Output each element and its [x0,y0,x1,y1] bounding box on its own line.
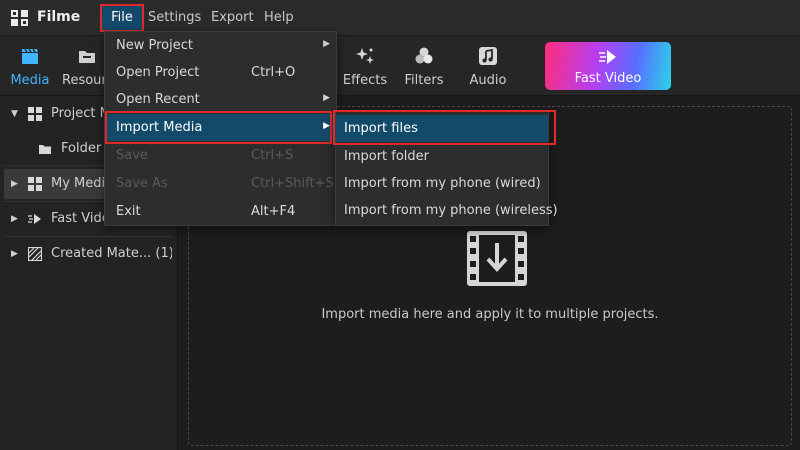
menu-item-shortcut: Alt+F4 [251,204,296,219]
folder-icon [79,51,95,63]
submenu-arrow-icon: ▶ [323,121,330,131]
menu-item-save-as: Save As Ctrl+Shift+S [105,170,336,197]
menu-item-label: Open Recent [116,92,200,107]
expand-down-icon[interactable]: ▼ [11,109,18,119]
menu-item-label: Import from my phone (wireless) [344,203,558,218]
fast-forward-icon [28,214,41,224]
material-icon [28,247,42,261]
clapperboard-icon [22,48,38,64]
submenu-arrow-icon: ▶ [323,93,330,103]
tree-item-created-materials[interactable]: ▶ Created Mate... (1) [4,239,172,269]
submenu-arrow-icon: ▶ [323,39,330,49]
sparkle-icon [356,48,374,64]
menu-item-label: Open Project [116,65,200,80]
menu-item-open-project[interactable]: Open Project Ctrl+O [105,59,336,86]
menu-item-shortcut: Ctrl+S [251,148,294,163]
menu-export[interactable]: Export [211,10,254,25]
tab-audio[interactable]: Audio [462,36,514,96]
expand-right-icon[interactable]: ▶ [11,214,18,224]
fast-video-button[interactable]: Fast Video [545,42,671,90]
menu-item-exit[interactable]: Exit Alt+F4 [105,198,336,225]
menu-item-label: Save As [116,176,168,191]
file-menu-dropdown: New Project ▶ Open Project Ctrl+O Open R… [104,31,337,226]
menu-item-label: Import from my phone (wired) [344,176,541,191]
filme-logo-icon [11,10,28,26]
tab-effects[interactable]: Effects [340,36,390,96]
menu-item-import-phone-wireless[interactable]: Import from my phone (wireless) [336,197,558,224]
menu-item-label: Exit [116,204,141,219]
menu-item-label: Save [116,148,148,163]
menu-item-label: New Project [116,38,193,53]
tab-filters[interactable]: Filters [398,36,450,96]
tree-item-label: Created Mate... (1) [51,246,172,261]
expand-right-icon[interactable]: ▶ [11,249,18,259]
import-media-submenu: Import files Import folder Import from m… [335,111,558,226]
import-hint-text: Import media here and apply it to multip… [321,307,659,322]
menu-help[interactable]: Help [264,10,294,25]
menu-item-import-files[interactable]: Import files [336,115,548,142]
tab-media-label: Media [10,73,50,88]
tab-audio-label: Audio [469,73,507,88]
fast-forward-icon [599,50,616,64]
tab-effects-label: Effects [342,73,388,88]
menu-item-shortcut: Ctrl+Shift+S [251,176,334,191]
menu-file[interactable]: File [100,4,144,32]
grid-icon [28,177,42,191]
divider [4,236,172,237]
menu-item-label: Import folder [344,149,430,164]
tab-filters-label: Filters [404,73,444,88]
import-film-icon[interactable] [467,231,527,286]
tab-media[interactable]: Media [6,36,54,96]
folder-icon [39,145,51,154]
menu-item-new-project[interactable]: New Project ▶ [105,32,336,59]
menu-item-open-recent[interactable]: Open Recent ▶ [105,86,336,113]
menu-item-label: Import files [344,121,418,136]
menu-item-import-media[interactable]: Import Media ▶ [105,114,336,141]
menu-item-import-phone-wired[interactable]: Import from my phone (wired) [336,170,548,197]
filters-icon [415,47,433,64]
menu-item-label: Import Media [116,120,203,135]
menu-item-import-folder[interactable]: Import folder [336,143,548,170]
grid-icon [28,107,42,121]
app-title: Filme [37,9,81,25]
expand-right-icon[interactable]: ▶ [11,179,18,189]
music-note-icon [479,47,497,65]
menu-item-save: Save Ctrl+S [105,142,336,169]
fast-video-label: Fast Video [574,71,642,86]
menu-settings[interactable]: Settings [148,10,201,25]
menu-item-shortcut: Ctrl+O [251,65,296,80]
